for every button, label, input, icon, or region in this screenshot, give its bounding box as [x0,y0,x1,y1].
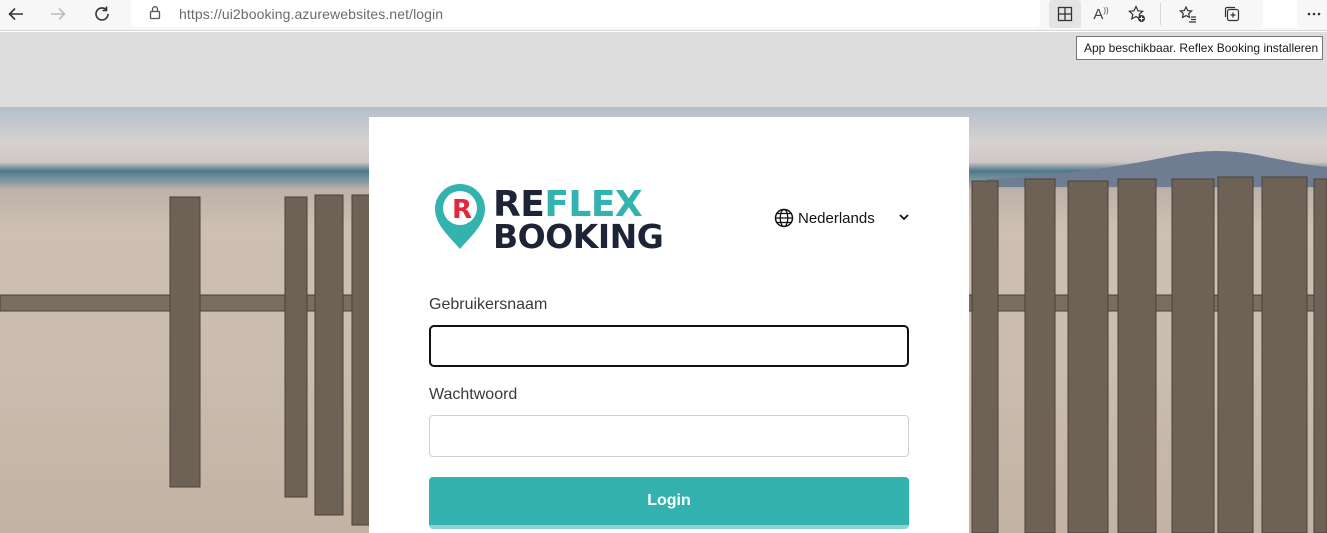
star-add-icon [1128,5,1145,22]
app-install-icon [1057,6,1073,22]
app-available-button[interactable] [1049,0,1081,28]
back-button[interactable] [0,0,32,28]
more-dots-icon [1307,12,1320,16]
settings-more-button[interactable] [1300,0,1327,28]
globe-icon [774,208,794,228]
password-label: Wachtwoord [429,386,518,403]
read-aloud-button[interactable]: A)) [1085,0,1117,28]
install-app-tooltip: App beschikbaar. Reflex Booking installe… [1076,36,1323,60]
favorites-list-icon [1179,5,1196,23]
login-button[interactable]: Login [429,477,909,529]
refresh-button[interactable] [86,0,118,28]
address-bar[interactable]: https://ui2booking.azurewebsites.net/log… [131,0,1040,27]
add-favorite-button[interactable] [1121,0,1153,28]
reflex-pin-logo-icon: R [435,184,485,249]
forward-button[interactable] [42,0,74,28]
back-arrow-icon [8,7,23,21]
language-label: Nederlands [798,209,875,227]
logo-letter: R [452,195,472,225]
browser-toolbar: https://ui2booking.azurewebsites.net/log… [0,0,1327,31]
favorites-button[interactable] [1172,0,1204,28]
brand-booking: BOOKING [493,217,664,256]
profile-button[interactable] [1263,0,1297,28]
toolbar-divider [1160,3,1161,25]
chevron-down-icon [899,214,909,221]
url-text[interactable]: https://ui2booking.azurewebsites.net/log… [179,6,443,22]
username-input[interactable] [429,325,909,367]
collections-button[interactable] [1216,0,1248,28]
brand-wordmark: REFLEX BOOKING [493,187,664,256]
login-card: R REFLEX BOOKING Nederlands Gebruikersna… [369,117,969,533]
collections-icon [1224,6,1240,22]
read-aloud-icon: A)) [1093,5,1109,23]
lock-icon[interactable] [149,5,161,20]
username-label: Gebruikersnaam [429,296,548,313]
forward-arrow-icon [51,7,66,21]
refresh-icon [95,6,109,21]
password-input[interactable] [429,415,909,457]
language-selector[interactable]: Nederlands [774,207,910,229]
